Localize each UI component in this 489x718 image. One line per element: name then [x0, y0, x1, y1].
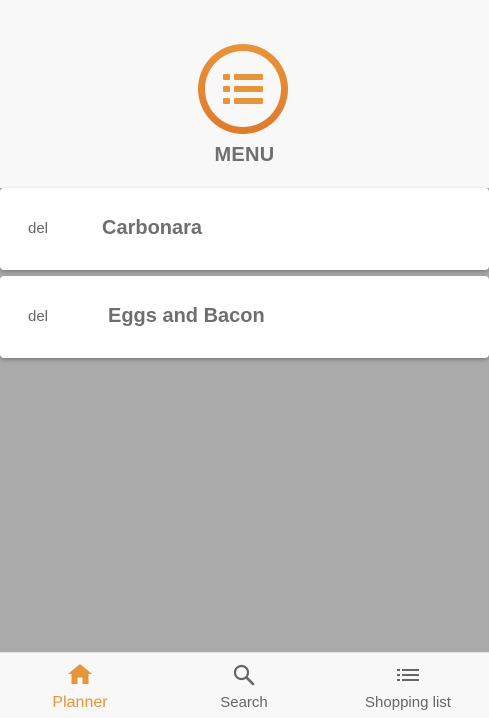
- nav-item-shopping-list[interactable]: Shopping list: [328, 653, 488, 718]
- list-icon: [223, 74, 263, 104]
- home-icon: [68, 664, 92, 684]
- recipe-name: Carbonara: [102, 217, 203, 239]
- nav-label-planner: Planner: [52, 694, 108, 711]
- nav-label-search: Search: [220, 694, 268, 711]
- menu-logo: [198, 44, 288, 134]
- recipe-list: del Carbonara del Eggs and Bacon: [0, 188, 489, 364]
- search-icon: [233, 664, 255, 686]
- nav-item-search[interactable]: Search: [164, 653, 324, 718]
- bottom-navigation: Planner Search Shopping list: [0, 652, 489, 718]
- recipe-card[interactable]: del Carbonara: [0, 188, 489, 270]
- nav-item-planner[interactable]: Planner: [0, 653, 160, 718]
- header: MENU: [0, 0, 489, 188]
- list-icon: [397, 669, 419, 681]
- delete-button[interactable]: del: [28, 308, 48, 325]
- delete-button[interactable]: del: [28, 220, 48, 237]
- page-title: MENU: [214, 144, 275, 166]
- recipe-card[interactable]: del Eggs and Bacon: [0, 276, 489, 358]
- nav-label-shopping-list: Shopping list: [365, 694, 451, 711]
- recipe-name: Eggs and Bacon: [108, 305, 265, 327]
